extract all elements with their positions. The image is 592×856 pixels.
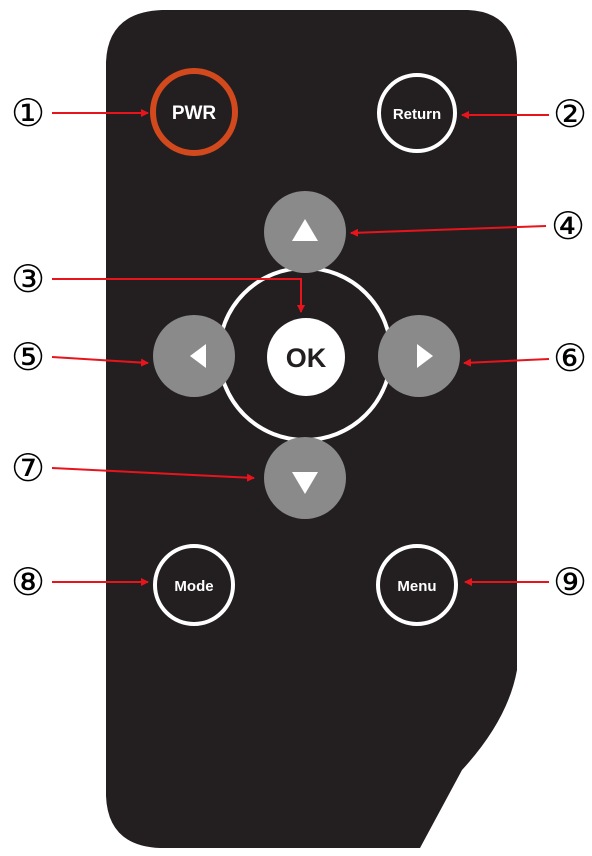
callout-2: ② <box>553 92 587 136</box>
callout-1: ① <box>11 91 45 135</box>
mode-button[interactable]: Mode <box>153 544 235 626</box>
return-button[interactable]: Return <box>377 73 457 153</box>
mode-button-label: Mode <box>174 578 213 595</box>
right-button[interactable] <box>378 315 460 397</box>
left-button[interactable] <box>153 315 235 397</box>
menu-button-label: Menu <box>397 578 436 595</box>
callout-3: ③ <box>11 257 45 301</box>
return-button-label: Return <box>393 106 441 123</box>
power-button-label: PWR <box>172 103 217 124</box>
callout-7: ⑦ <box>11 446 45 490</box>
up-button[interactable] <box>264 191 346 273</box>
callout-5: ⑤ <box>11 335 45 379</box>
ok-button-label: OK <box>286 343 327 373</box>
callout-9: ⑨ <box>553 560 587 604</box>
callout-8: ⑧ <box>11 560 45 604</box>
callout-6: ⑥ <box>553 336 587 380</box>
power-button[interactable]: PWR <box>150 68 238 156</box>
remote-control-diagram: PWR Return OK Mode Menu ① ② ③ ④ ⑤ ⑥ ⑦ ⑧ … <box>11 10 587 848</box>
menu-button[interactable]: Menu <box>376 544 458 626</box>
down-button[interactable] <box>264 437 346 519</box>
ok-button[interactable]: OK <box>267 318 345 396</box>
callout-4: ④ <box>551 204 585 248</box>
